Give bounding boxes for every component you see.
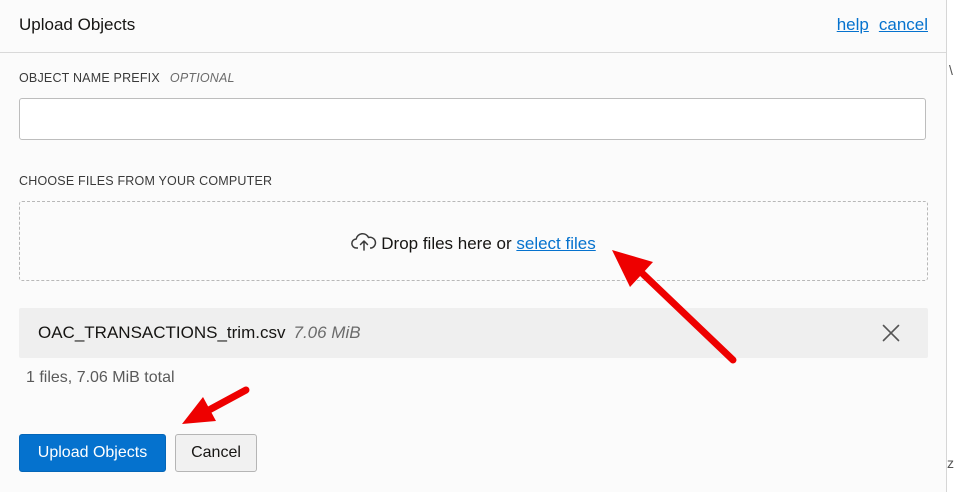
drop-zone-content: Drop files here or select files: [20, 232, 927, 257]
background-page-edge: \ z: [946, 0, 954, 492]
object-name-prefix-input[interactable]: [19, 98, 926, 140]
drop-text: Drop files here or: [381, 234, 512, 253]
dialog-title: Upload Objects: [19, 15, 136, 34]
upload-objects-button[interactable]: Upload Objects: [19, 434, 166, 472]
upload-objects-dialog: Upload Objects help cancel OBJECT NAME PR…: [0, 0, 947, 492]
cancel-button[interactable]: Cancel: [175, 434, 257, 472]
background-glyph: \: [949, 62, 953, 78]
cancel-link[interactable]: cancel: [879, 15, 928, 34]
close-icon[interactable]: [882, 324, 900, 342]
optional-hint: OPTIONAL: [169, 71, 235, 85]
background-glyph: z: [947, 455, 954, 471]
file-name: OAC_TRANSACTIONS_trim.csv: [38, 323, 286, 342]
dialog-header: Upload Objects help cancel: [0, 0, 946, 53]
file-entry: OAC_TRANSACTIONS_trim.csv 7.06 MiB: [38, 323, 361, 343]
help-link[interactable]: help: [837, 15, 869, 34]
prefix-label: OBJECT NAME PREFIX OPTIONAL: [19, 71, 235, 85]
select-files-link[interactable]: select files: [516, 234, 595, 253]
upload-summary: 1 files, 7.06 MiB total: [26, 369, 175, 386]
cloud-upload-icon: [351, 232, 377, 257]
prefix-label-text: OBJECT NAME PREFIX: [19, 71, 160, 85]
choose-files-label: CHOOSE FILES FROM YOUR COMPUTER: [19, 174, 273, 188]
file-size: 7.06 MiB: [293, 323, 361, 342]
file-drop-zone[interactable]: Drop files here or select files: [19, 201, 928, 281]
file-list-item: OAC_TRANSACTIONS_trim.csv 7.06 MiB: [19, 308, 928, 358]
header-links: help cancel: [837, 15, 928, 35]
